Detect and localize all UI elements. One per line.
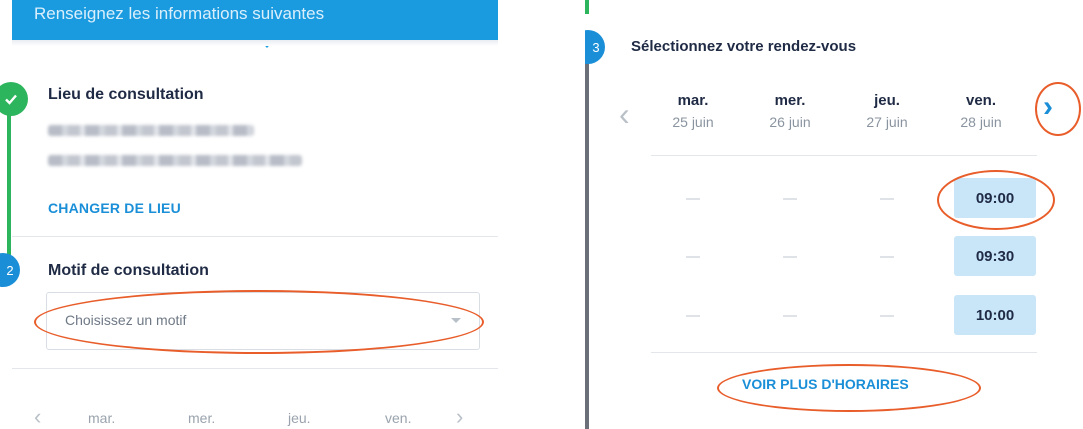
day-column-header: jeu. 27 juin <box>847 92 927 130</box>
step1-check-icon <box>0 82 28 116</box>
section-divider-2 <box>12 368 498 369</box>
empty-slot-dash <box>783 198 797 200</box>
address-line-2-redacted <box>48 155 302 166</box>
day-name: jeu. <box>874 92 900 109</box>
day-date: 25 juin <box>672 114 714 130</box>
section-divider <box>12 236 498 237</box>
header-shadow <box>12 40 498 46</box>
step3-number-badge: 3 <box>585 30 605 64</box>
step2-number: 2 <box>6 262 14 278</box>
step2-number-badge: 2 <box>0 253 20 287</box>
form-header-text: Renseignez les informations suivantes <box>34 4 325 23</box>
time-slot-button[interactable]: 09:30 <box>954 236 1036 276</box>
step-progress-line-top <box>585 0 589 14</box>
caret-down-icon <box>451 318 461 323</box>
change-location-link[interactable]: CHANGER DE LIEU <box>48 200 181 216</box>
day-name: ven. <box>965 92 996 109</box>
more-times-link[interactable]: VOIR PLUS D'HORAIRES <box>742 376 909 392</box>
day-name: mer. <box>774 92 806 109</box>
day-column-header: mar. 25 juin <box>653 92 733 130</box>
step2-title: Motif de consultation <box>48 262 209 279</box>
day-date: 26 juin <box>769 114 811 130</box>
chevron-left-icon[interactable]: ‹ <box>34 404 41 429</box>
chevron-left-icon[interactable]: ‹ <box>619 98 630 130</box>
address-line-1-redacted <box>48 125 254 136</box>
step1-title: Lieu de consultation <box>48 86 204 103</box>
empty-slot-dash <box>880 198 894 200</box>
left-panel: Renseignez les informations suivantes Li… <box>0 0 510 429</box>
empty-slot-dash <box>783 315 797 317</box>
time-slot-button[interactable]: 09:00 <box>954 178 1036 218</box>
reason-select[interactable]: Choisissez un motif <box>46 292 480 350</box>
bottom-day-3: jeu. <box>288 410 311 426</box>
time-slot-button[interactable]: 10:00 <box>954 295 1036 335</box>
calendar-bottom-divider <box>651 352 1037 353</box>
chevron-right-icon[interactable]: › <box>1043 92 1053 122</box>
calendar-top-divider <box>651 155 1037 156</box>
step-progress-line <box>7 95 11 255</box>
annotation-ellipse-next <box>1035 82 1081 136</box>
day-date: 28 juin <box>960 114 1002 130</box>
right-panel: 3 Sélectionnez votre rendez-vous ‹ mar. … <box>585 0 1083 429</box>
day-column-header: mer. 26 juin <box>750 92 830 130</box>
step-progress-line <box>585 50 589 429</box>
day-column-header: ven. 28 juin <box>941 92 1021 130</box>
bottom-day-4: ven. <box>385 410 412 426</box>
step3-number: 3 <box>592 39 600 55</box>
empty-slot-dash <box>880 256 894 258</box>
empty-slot-dash <box>686 256 700 258</box>
reason-select-placeholder: Choisissez un motif <box>65 312 187 328</box>
empty-slot-dash <box>686 315 700 317</box>
chevron-right-icon[interactable]: › <box>456 404 463 429</box>
step3-title: Sélectionnez votre rendez-vous <box>631 38 857 55</box>
bottom-day-2: mer. <box>188 410 216 426</box>
form-header: Renseignez les informations suivantes <box>12 0 498 48</box>
empty-slot-dash <box>880 315 894 317</box>
day-name: mar. <box>677 92 709 109</box>
empty-slot-dash <box>686 198 700 200</box>
empty-slot-dash <box>783 256 797 258</box>
day-date: 27 juin <box>866 114 908 130</box>
bottom-day-1: mar. <box>88 410 116 426</box>
